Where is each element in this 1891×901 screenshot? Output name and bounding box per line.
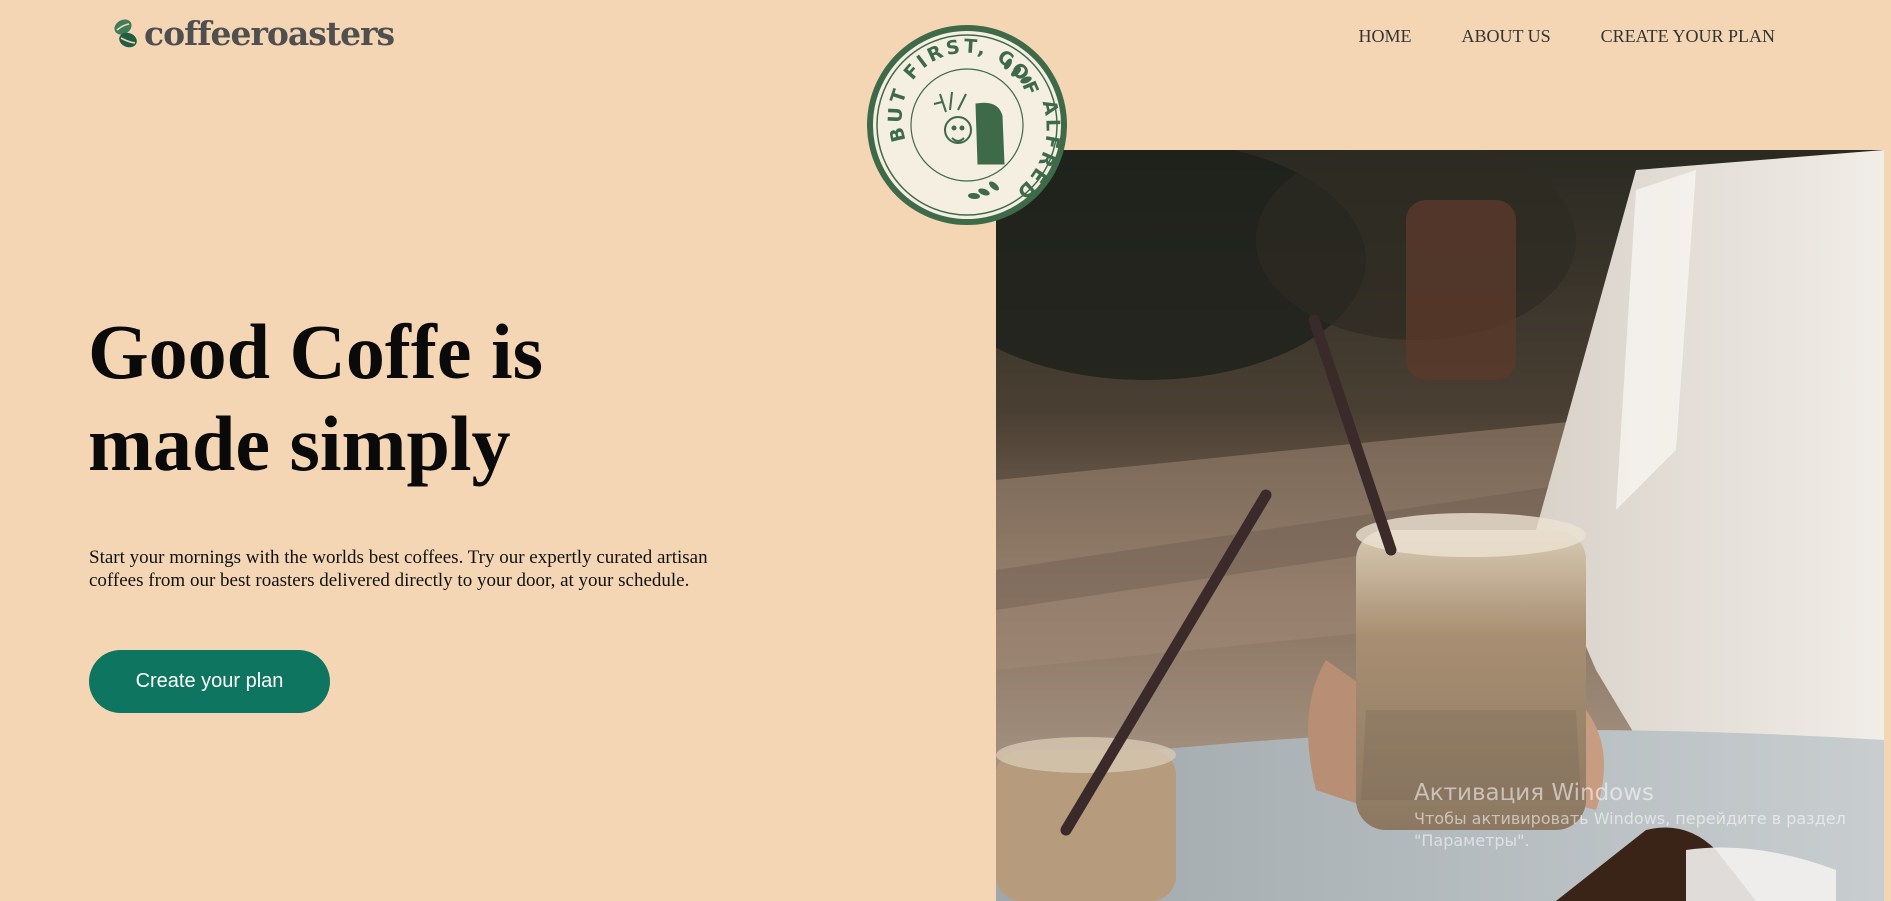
- hero-title-line-2: made simply: [88, 400, 511, 487]
- brand-name: coffeeroasters: [144, 14, 395, 53]
- coffee-beans-icon: [114, 18, 137, 47]
- nav-create-plan-link[interactable]: CREATE YOUR PLAN: [1601, 26, 1775, 47]
- hero-title-line-1: Good Coffe is: [88, 308, 543, 395]
- hero-description: Start your mornings with the worlds best…: [89, 546, 769, 592]
- alfred-badge: BUT FIRST, COFFEE. ALFRED: [866, 24, 1067, 225]
- hero-title: Good Coffe is made simply: [88, 306, 768, 490]
- hero-description-line-1: Start your mornings with the worlds best…: [89, 547, 708, 568]
- windows-activation-watermark: Активация Windows Чтобы активировать Win…: [1414, 778, 1854, 852]
- watermark-subtitle: Чтобы активировать Windows, перейдите в …: [1414, 809, 1846, 850]
- nav-home-link[interactable]: HOME: [1358, 26, 1411, 47]
- watermark-title: Активация Windows: [1414, 780, 1655, 806]
- main-nav: HOME ABOUT US CREATE YOUR PLAN: [1358, 26, 1775, 47]
- hero-description-line-2: coffees from our best roasters delivered…: [89, 570, 690, 591]
- create-plan-button[interactable]: Create your plan: [89, 650, 330, 713]
- brand-logo[interactable]: coffeeroasters: [112, 14, 395, 53]
- nav-about-link[interactable]: ABOUT US: [1461, 26, 1550, 47]
